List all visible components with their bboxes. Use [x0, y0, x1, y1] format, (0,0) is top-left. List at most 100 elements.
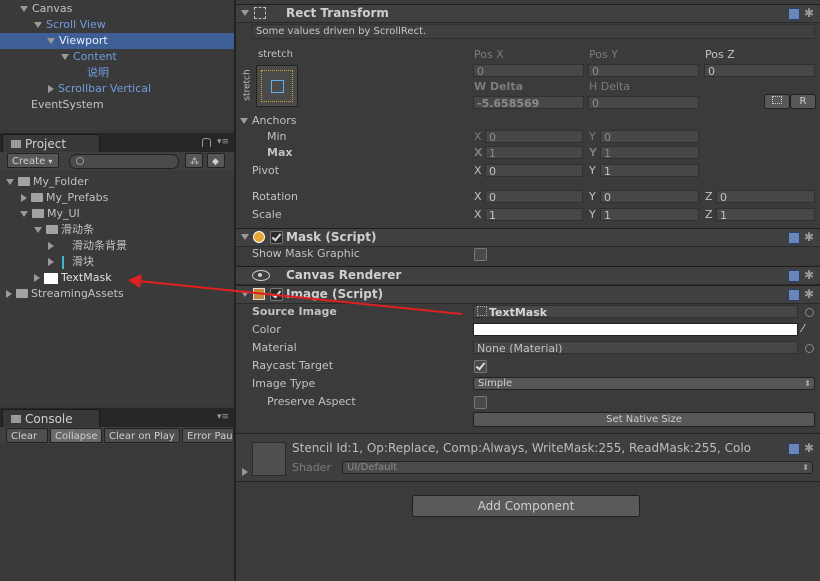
project-item-handle[interactable]: 滑块 [48, 254, 94, 270]
expand-arrow-icon[interactable] [6, 179, 14, 185]
pivot-label: Pivot [252, 164, 280, 177]
help-book-icon[interactable] [788, 289, 800, 301]
hierarchy-item-content[interactable]: Content [61, 49, 117, 65]
color-swatch[interactable] [473, 323, 798, 336]
clear-on-play-button[interactable]: Clear on Play [104, 428, 180, 443]
expand-arrow-icon[interactable] [34, 227, 42, 233]
project-item-my-prefabs[interactable]: My_Prefabs [21, 190, 108, 206]
pos-y-field[interactable]: 0 [588, 64, 699, 77]
collapse-arrow-icon[interactable] [48, 258, 54, 266]
panel-menu-icon[interactable]: ▾≡ [217, 138, 229, 147]
foldout-arrow-icon[interactable] [241, 234, 249, 240]
anchor-min-x-field[interactable]: 0 [485, 130, 583, 143]
scale-x-field[interactable]: 1 [485, 208, 583, 221]
project-item-my-folder[interactable]: My_Folder [6, 174, 89, 190]
create-button[interactable]: Create ▾ [7, 153, 59, 168]
eyedropper-icon[interactable]: ⁄ [802, 322, 804, 335]
w-delta-value: -5.658569 [477, 97, 540, 109]
component-title: Mask (Script) [286, 230, 377, 244]
add-component-button[interactable]: Add Component [412, 495, 640, 517]
source-image-field[interactable]: TextMask [473, 305, 798, 318]
hierarchy-item-scroll-view[interactable]: Scroll View [34, 17, 106, 33]
expand-arrow-icon[interactable] [20, 6, 28, 12]
pos-x-field[interactable]: 0 [473, 64, 584, 77]
raw-edit-button[interactable]: R [790, 94, 816, 109]
collapse-arrow-icon[interactable] [21, 194, 27, 202]
collapse-arrow-icon[interactable] [48, 242, 54, 250]
anchor-presets-button[interactable] [256, 65, 298, 107]
gear-icon[interactable]: ✱ [804, 7, 814, 19]
project-item-slider[interactable]: 滑动条 [34, 222, 94, 238]
lock-icon[interactable] [202, 138, 211, 147]
image-type-dropdown[interactable]: Simple ⬍ [473, 377, 815, 390]
search-input[interactable] [69, 154, 179, 169]
collapse-arrow-icon[interactable] [6, 290, 12, 298]
project-item-streamingassets[interactable]: StreamingAssets [6, 286, 124, 302]
shader-dropdown[interactable]: UI/Default ⬍ [342, 461, 813, 474]
image-header[interactable]: Image (Script) ✱ [236, 285, 820, 304]
expand-arrow-icon[interactable] [61, 54, 69, 60]
object-picker-icon[interactable] [805, 344, 814, 353]
rotation-x-field[interactable]: 0 [485, 190, 583, 203]
object-picker-icon[interactable] [805, 308, 814, 317]
anchor-max-y-field[interactable]: 1 [600, 146, 699, 159]
panel-menu-icon[interactable]: ▾≡ [217, 413, 229, 422]
gear-icon[interactable]: ✱ [804, 288, 814, 300]
tab-project[interactable]: Project [2, 134, 100, 153]
help-book-icon[interactable] [788, 232, 800, 244]
show-mask-graphic-checkbox[interactable] [474, 248, 487, 261]
raycast-target-checkbox[interactable] [474, 360, 487, 373]
w-delta-field[interactable]: -5.658569 [473, 96, 584, 109]
anchor-max-x-field[interactable]: 1 [485, 146, 583, 159]
pos-y-label: Pos Y [589, 48, 618, 61]
help-book-icon[interactable] [788, 270, 800, 282]
expand-arrow-icon[interactable] [47, 38, 55, 44]
anchor-max-label: Max [267, 146, 293, 159]
mask-header[interactable]: Mask (Script) ✱ [236, 228, 820, 247]
foldout-arrow-icon[interactable] [242, 468, 248, 476]
filter-by-type-button[interactable]: ⁂ [185, 153, 203, 168]
rect-transform-header[interactable]: Rect Transform ✱ [236, 4, 820, 23]
scale-z-field[interactable]: 1 [716, 208, 815, 221]
gear-icon[interactable]: ✱ [804, 231, 814, 243]
hierarchy-item-scrollbar-vertical[interactable]: Scrollbar Vertical [48, 81, 151, 97]
set-native-size-button[interactable]: Set Native Size [473, 412, 815, 427]
image-enabled-checkbox[interactable] [270, 288, 283, 301]
help-book-icon[interactable] [788, 8, 800, 20]
hierarchy-item-eventsystem[interactable]: EventSystem [31, 97, 104, 113]
foldout-arrow-icon[interactable] [241, 291, 249, 297]
expand-arrow-icon[interactable] [34, 22, 42, 28]
gear-icon[interactable]: ✱ [804, 269, 814, 281]
h-delta-field[interactable]: 0 [588, 96, 699, 109]
project-item-textmask[interactable]: TextMask [34, 270, 112, 286]
help-book-icon[interactable] [788, 443, 800, 455]
hierarchy-item-canvas[interactable]: Canvas [20, 1, 72, 17]
hierarchy-item-shuoming[interactable]: 说明 [87, 65, 109, 81]
pivot-y-field[interactable]: 1 [600, 164, 699, 177]
anchors-foldout-icon[interactable] [240, 118, 248, 124]
blueprint-mode-button[interactable] [764, 94, 790, 109]
project-item-slider-background[interactable]: 滑动条背景 [48, 238, 127, 254]
error-pause-button[interactable]: Error Pau [182, 428, 234, 443]
anchor-min-y-field[interactable]: 0 [600, 130, 699, 143]
rotation-z-field[interactable]: 0 [716, 190, 815, 203]
collapse-arrow-icon[interactable] [48, 85, 54, 93]
collapse-button[interactable]: Collapse [50, 428, 102, 443]
foldout-arrow-icon[interactable] [241, 10, 249, 16]
mask-enabled-checkbox[interactable] [270, 231, 283, 244]
clear-button[interactable]: Clear [6, 428, 48, 443]
gear-icon[interactable]: ✱ [804, 442, 814, 454]
rotation-y-field[interactable]: 0 [600, 190, 699, 203]
tab-console[interactable]: Console [2, 409, 100, 428]
expand-arrow-icon[interactable] [20, 211, 28, 217]
hierarchy-item-viewport[interactable]: Viewport [0, 33, 234, 49]
canvas-renderer-header[interactable]: Canvas Renderer ✱ [236, 266, 820, 285]
preserve-aspect-checkbox[interactable] [474, 396, 487, 409]
filter-by-label-button[interactable]: ◆ [207, 153, 225, 168]
scale-y-field[interactable]: 1 [600, 208, 699, 221]
pos-z-field[interactable]: 0 [704, 64, 815, 77]
material-field[interactable]: None (Material) [473, 341, 798, 354]
pivot-x-field[interactable]: 0 [485, 164, 583, 177]
project-item-my-ui[interactable]: My_UI [20, 206, 80, 222]
collapse-arrow-icon[interactable] [34, 274, 40, 282]
